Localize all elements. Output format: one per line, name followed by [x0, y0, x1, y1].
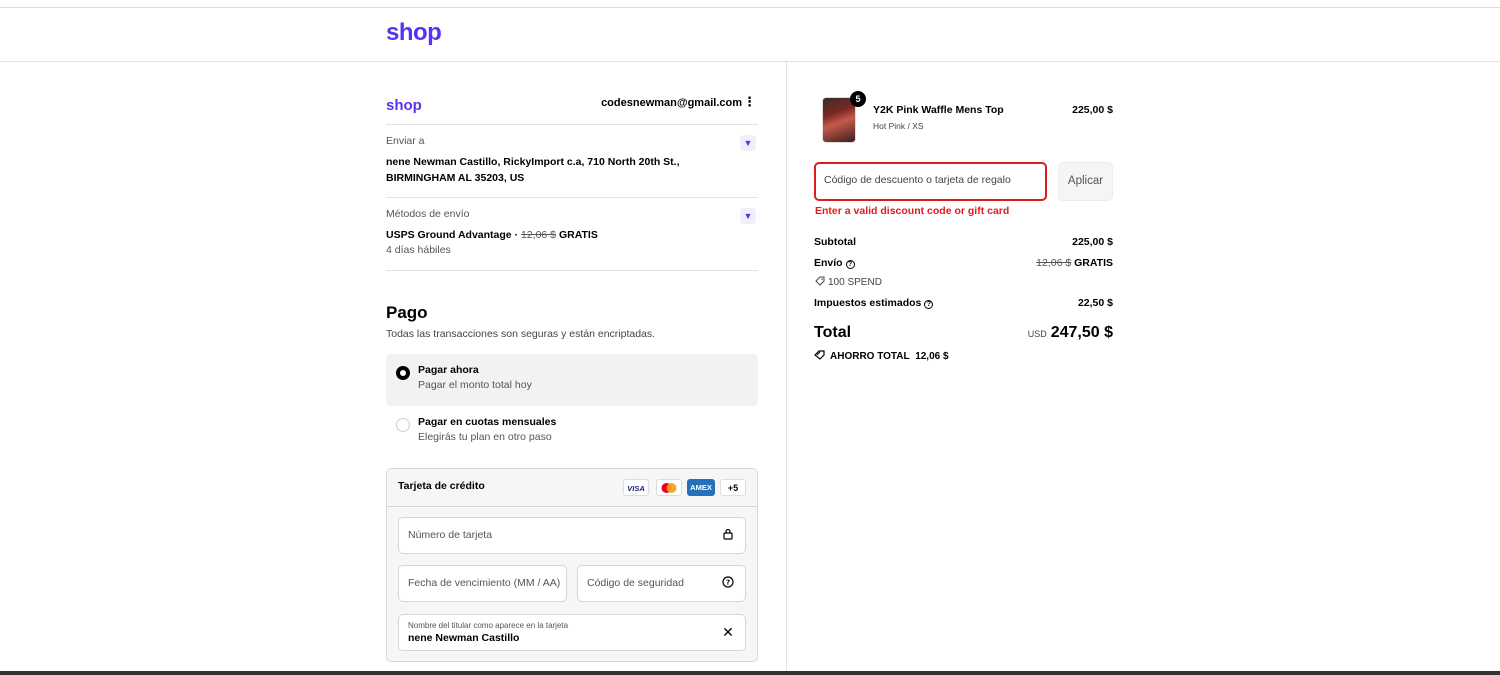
discount-error-message: Enter a valid discount code or gift card: [815, 205, 1010, 217]
total-label: Total: [814, 324, 852, 341]
pay-now-title: Pagar ahora: [418, 364, 479, 376]
promo-line: 100 SPEND: [815, 276, 882, 288]
credit-card-header[interactable]: Tarjeta de crédito VISA AMEX +5: [387, 469, 757, 507]
pay-installments-option[interactable]: Pagar en cuotas mensuales Elegirás tu pl…: [386, 406, 758, 458]
subtotal-label: Subtotal: [814, 236, 856, 248]
cardholder-name-label: Nombre del titular como aparece en la ta…: [408, 621, 569, 630]
security-code-placeholder: Código de seguridad: [587, 577, 684, 589]
visa-icon: VISA: [623, 479, 649, 496]
pay-now-radio[interactable]: [396, 366, 410, 380]
discount-code-placeholder: Código de descuento o tarjeta de regalo: [824, 174, 1011, 186]
total-value-row: USD 247,50 $: [1028, 324, 1113, 342]
account-email: codesnewman@gmail.com: [601, 97, 742, 109]
more-cards-badge: +5: [720, 479, 746, 496]
payment-title: Pago: [386, 303, 428, 322]
help-circle-icon[interactable]: ?: [924, 300, 934, 309]
chevron-down-icon[interactable]: ▼: [740, 135, 756, 151]
shipping-method-name: USPS Ground Advantage ·: [386, 229, 521, 241]
cardholder-name-value: nene Newman Castillo: [408, 632, 520, 644]
shipping-method-section[interactable]: Métodos de envío ▼ USPS Ground Advantage…: [386, 198, 758, 271]
shipping-summary-text: Envío: [814, 257, 843, 269]
help-circle-icon[interactable]: ?: [721, 576, 735, 590]
shipping-eta: 4 días hábiles: [386, 244, 451, 256]
shipping-method-label: Métodos de envío: [386, 208, 470, 220]
savings-value: 12,06 $: [915, 351, 949, 362]
shop-pay-logo: shop: [386, 97, 422, 114]
total-currency: USD: [1027, 329, 1047, 339]
shop-logo[interactable]: shop: [386, 19, 442, 47]
security-code-field[interactable]: Código de seguridad ?: [577, 565, 746, 602]
promo-code: 100 SPEND: [828, 277, 882, 288]
bottom-edge: [0, 671, 1500, 675]
credit-card-title: Tarjeta de crédito: [398, 480, 485, 492]
tag-icon: [815, 276, 825, 286]
tag-icon: [814, 350, 825, 360]
cardholder-name-field[interactable]: Nombre del titular como aparece en la ta…: [398, 614, 746, 651]
pay-installments-title: Pagar en cuotas mensuales: [418, 416, 557, 428]
help-circle-icon[interactable]: ?: [845, 260, 855, 269]
card-number-field[interactable]: Número de tarjeta: [398, 517, 746, 554]
pay-installments-radio[interactable]: [396, 418, 410, 432]
shipping-method-line: USPS Ground Advantage · 12,06 $ GRATIS: [386, 227, 598, 243]
shipping-old-price: 12,06 $: [520, 229, 557, 241]
shipping-summary-old: 12,06 $: [1036, 257, 1072, 269]
expiry-placeholder: Fecha de vencimiento (MM / AA): [408, 577, 560, 589]
svg-text:?: ?: [726, 579, 730, 587]
pay-now-subtitle: Pagar el monto total hoy: [418, 379, 532, 391]
pay-installments-subtitle: Elegirás tu plan en otro paso: [418, 431, 552, 443]
page-header: shop: [0, 9, 1500, 62]
product-variant: Hot Pink / XS: [873, 121, 924, 131]
product-name: Y2K Pink Waffle Mens Top: [873, 104, 1004, 116]
close-icon[interactable]: ✕: [721, 625, 735, 639]
savings-line: AHORRO TOTAL 12,06 $: [814, 350, 949, 362]
address-line-2: BIRMINGHAM AL 35203, US: [386, 172, 525, 184]
taxes-text: Impuestos estimados: [814, 297, 922, 309]
quantity-badge: 5: [850, 91, 866, 107]
shipping-address-section[interactable]: Enviar a ▼ nene Newman Castillo, RickyIm…: [386, 125, 758, 198]
product-price: 225,00 $: [1072, 104, 1113, 116]
shipping-address-label: Enviar a: [386, 135, 425, 147]
address-line-1: nene Newman Castillo, RickyImport c.a, 7…: [386, 156, 680, 168]
payment-subtitle: Todas las transacciones son seguras y es…: [386, 328, 656, 340]
total-value: 247,50 $: [1050, 324, 1113, 341]
card-number-placeholder: Número de tarjeta: [408, 529, 493, 541]
kebab-icon[interactable]: ⋮: [743, 95, 756, 109]
apply-button[interactable]: Aplicar: [1058, 162, 1113, 201]
account-row: shop codesnewman@gmail.com ⋮: [386, 95, 758, 125]
lock-icon: [721, 528, 735, 542]
expiry-field[interactable]: Fecha de vencimiento (MM / AA): [398, 565, 567, 602]
discount-code-input[interactable]: Código de descuento o tarjeta de regalo: [814, 162, 1047, 201]
column-divider: [786, 62, 787, 675]
shipping-price: GRATIS: [558, 229, 598, 241]
taxes-value: 22,50 $: [1077, 297, 1113, 309]
savings-label: AHORRO TOTAL: [830, 351, 910, 362]
shipping-summary-label: Envío?: [814, 257, 855, 269]
amex-icon: AMEX: [687, 479, 715, 496]
mastercard-icon: [656, 479, 682, 496]
shipping-summary-value: 12,06 $ GRATIS: [1036, 257, 1113, 269]
taxes-label: Impuestos estimados?: [814, 297, 934, 309]
chevron-down-icon[interactable]: ▼: [740, 208, 756, 224]
pay-now-option[interactable]: Pagar ahora Pagar el monto total hoy: [386, 354, 758, 406]
subtotal-value: 225,00 $: [1072, 236, 1113, 248]
credit-card-box: Tarjeta de crédito VISA AMEX +5 Número d…: [386, 468, 758, 662]
shipping-summary-price: GRATIS: [1074, 257, 1113, 269]
top-border: [0, 0, 1500, 8]
